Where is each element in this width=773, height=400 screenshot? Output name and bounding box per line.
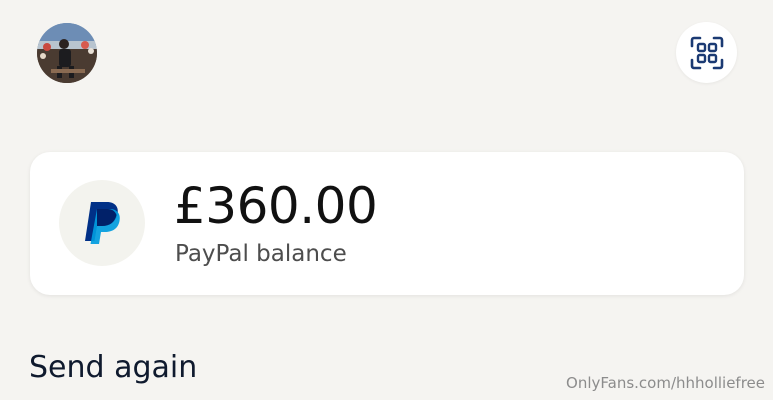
- qr-scan-icon: [690, 36, 723, 69]
- watermark-text: OnlyFans.com/hhholliefree: [566, 374, 765, 392]
- avatar-photo-icon: [37, 23, 97, 83]
- qr-scan-button[interactable]: [676, 22, 737, 83]
- balance-amount: £360.00: [174, 177, 378, 235]
- balance-label: PayPal balance: [175, 241, 347, 267]
- paypal-logo-mark: [85, 202, 120, 244]
- profile-avatar[interactable]: [37, 23, 97, 83]
- send-again-heading: Send again: [29, 350, 198, 385]
- paypal-logo-icon: [59, 180, 145, 266]
- paypal-balance-card[interactable]: £360.00 PayPal balance: [30, 152, 744, 295]
